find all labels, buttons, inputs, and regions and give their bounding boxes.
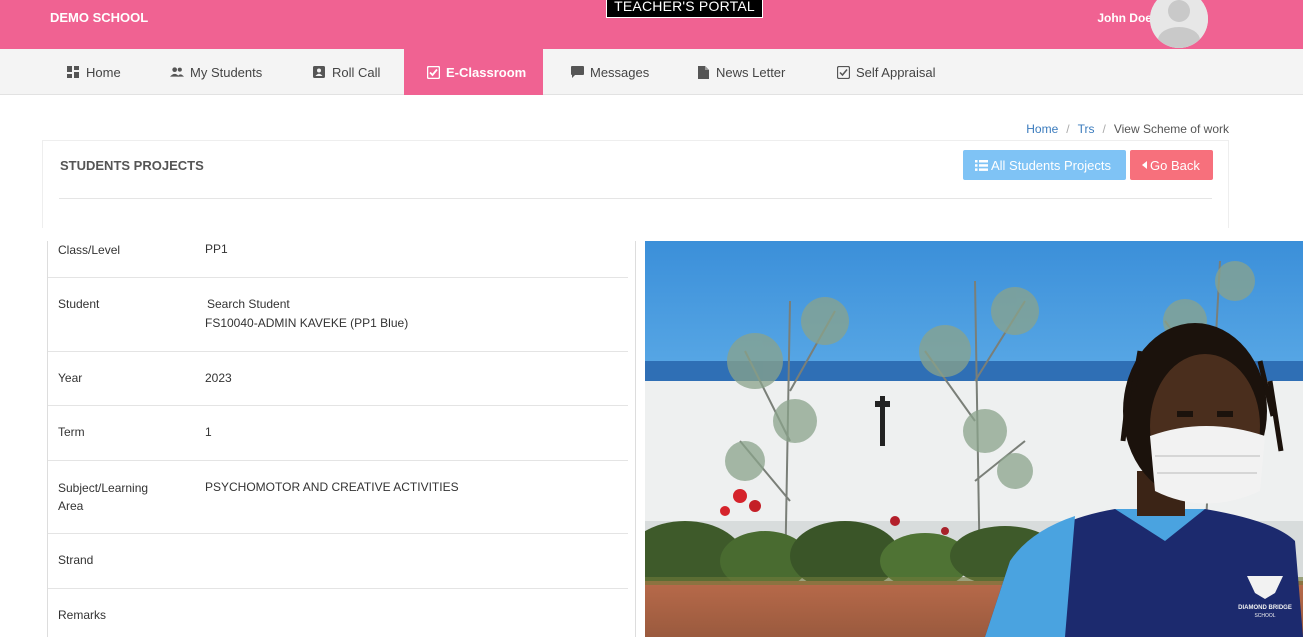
nav-label: My Students (190, 64, 263, 80)
student-photo-illustration: DIAMOND BRIDGE SCHOOL (645, 241, 1303, 637)
nav-item-my-students[interactable]: My Students (160, 49, 272, 95)
school-brand[interactable]: DEMO SCHOOL (50, 10, 148, 25)
nav-label: Roll Call (332, 64, 381, 80)
nav-item-news-letter[interactable]: News Letter (686, 49, 795, 95)
breadcrumb-trs[interactable]: Trs (1078, 122, 1095, 136)
detail-row-student: Student Search Student FS10040-ADMIN KAV… (48, 278, 628, 352)
detail-label: Strand (58, 553, 94, 567)
nav-item-self-appraisal[interactable]: Self Appraisal (826, 49, 946, 95)
portal-title: TEACHER'S PORTAL (606, 0, 763, 18)
breadcrumb-separator: / (1102, 122, 1106, 136)
dashboard-icon (66, 65, 80, 79)
detail-row-year: Year 2023 (48, 352, 628, 406)
breadcrumb-current: View Scheme of work (1113, 122, 1229, 136)
badge-text: SCHOOL (1254, 613, 1275, 619)
checkbox-outline-icon (836, 65, 850, 79)
document-icon (696, 65, 710, 79)
main-nav: Home My Students Roll Call E-Classroom M… (0, 49, 1303, 95)
nav-item-roll-call[interactable]: Roll Call (302, 49, 390, 95)
detail-row-term: Term 1 (48, 406, 628, 461)
detail-row-remarks: Remarks (48, 589, 628, 637)
nav-item-home[interactable]: Home (56, 49, 131, 95)
button-label: Go Back (1150, 157, 1200, 173)
detail-row-strand: Strand (48, 534, 628, 589)
go-back-button[interactable]: Go Back (1130, 150, 1213, 180)
nav-label: News Letter (716, 64, 786, 80)
message-icon (570, 65, 584, 79)
detail-label: Remarks (58, 608, 107, 622)
detail-label: Year (58, 371, 83, 385)
detail-row-subject: Subject/Learning Area PSYCHOMOTOR AND CR… (48, 461, 628, 534)
breadcrumb-home[interactable]: Home (1026, 122, 1058, 136)
detail-label: Subject/Learning Area (58, 479, 148, 515)
detail-label: Term (58, 425, 85, 439)
project-photo: DIAMOND BRIDGE SCHOOL (645, 241, 1303, 637)
student-search-link[interactable]: Search Student (207, 295, 290, 314)
detail-value: PSYCHOMOTOR AND CREATIVE ACTIVITIES (205, 480, 459, 494)
user-silhouette-icon (1150, 0, 1208, 48)
chevron-left-icon (1142, 161, 1147, 169)
nav-label: Self Appraisal (856, 64, 936, 80)
breadcrumb-separator: / (1066, 122, 1070, 136)
contact-card-icon (312, 65, 326, 79)
button-label: All Students Projects (991, 157, 1111, 173)
user-menu[interactable]: John Doe▾ (1097, 11, 1158, 25)
project-details: Class/Level PP1 Student Search Student F… (47, 241, 636, 637)
detail-value: PP1 (205, 242, 228, 256)
checkbox-icon (426, 65, 440, 79)
nav-item-messages[interactable]: Messages (560, 49, 659, 95)
nav-label: Home (86, 64, 121, 80)
detail-label: Student (58, 297, 100, 311)
detail-value: 1 (205, 425, 212, 439)
detail-value: 2023 (205, 371, 232, 385)
detail-label: Class/Level (58, 243, 121, 257)
badge-text: DIAMOND BRIDGE (1238, 605, 1292, 611)
breadcrumb: Home / Trs / View Scheme of work (1026, 122, 1229, 136)
nav-item-e-classroom[interactable]: E-Classroom (404, 49, 543, 95)
top-bar: DEMO SCHOOL TEACHER'S PORTAL John Doe▾ (0, 0, 1303, 49)
all-students-projects-button[interactable]: All Students Projects (963, 150, 1126, 180)
list-icon (975, 159, 988, 171)
students-projects-panel: STUDENTS PROJECTS All Students Projects … (42, 140, 1229, 228)
detail-value: FS10040-ADMIN KAVEKE (PP1 Blue) (205, 316, 409, 330)
avatar[interactable] (1150, 0, 1208, 48)
nav-label: Messages (590, 64, 650, 80)
label-line: Area (58, 499, 84, 513)
detail-row-class-level: Class/Level PP1 (48, 241, 628, 278)
user-name: John Doe (1097, 11, 1152, 25)
people-icon (170, 65, 184, 79)
page-title: STUDENTS PROJECTS (60, 158, 204, 173)
divider (59, 198, 1212, 199)
label-line: Subject/Learning (58, 481, 149, 495)
nav-label: E-Classroom (446, 64, 527, 80)
